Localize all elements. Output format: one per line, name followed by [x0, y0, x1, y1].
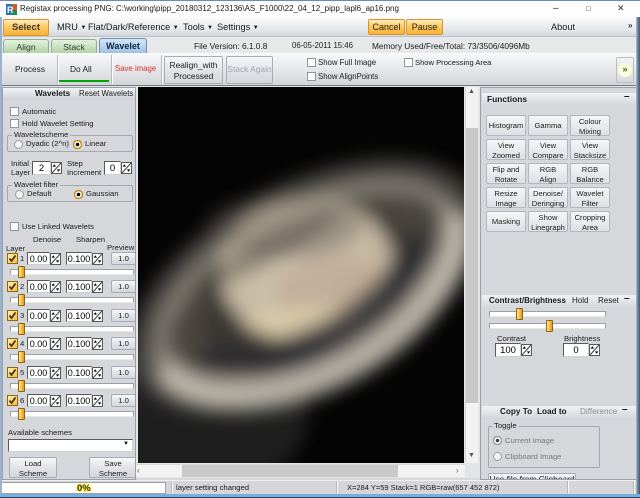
svg-text:R: R	[7, 5, 14, 15]
